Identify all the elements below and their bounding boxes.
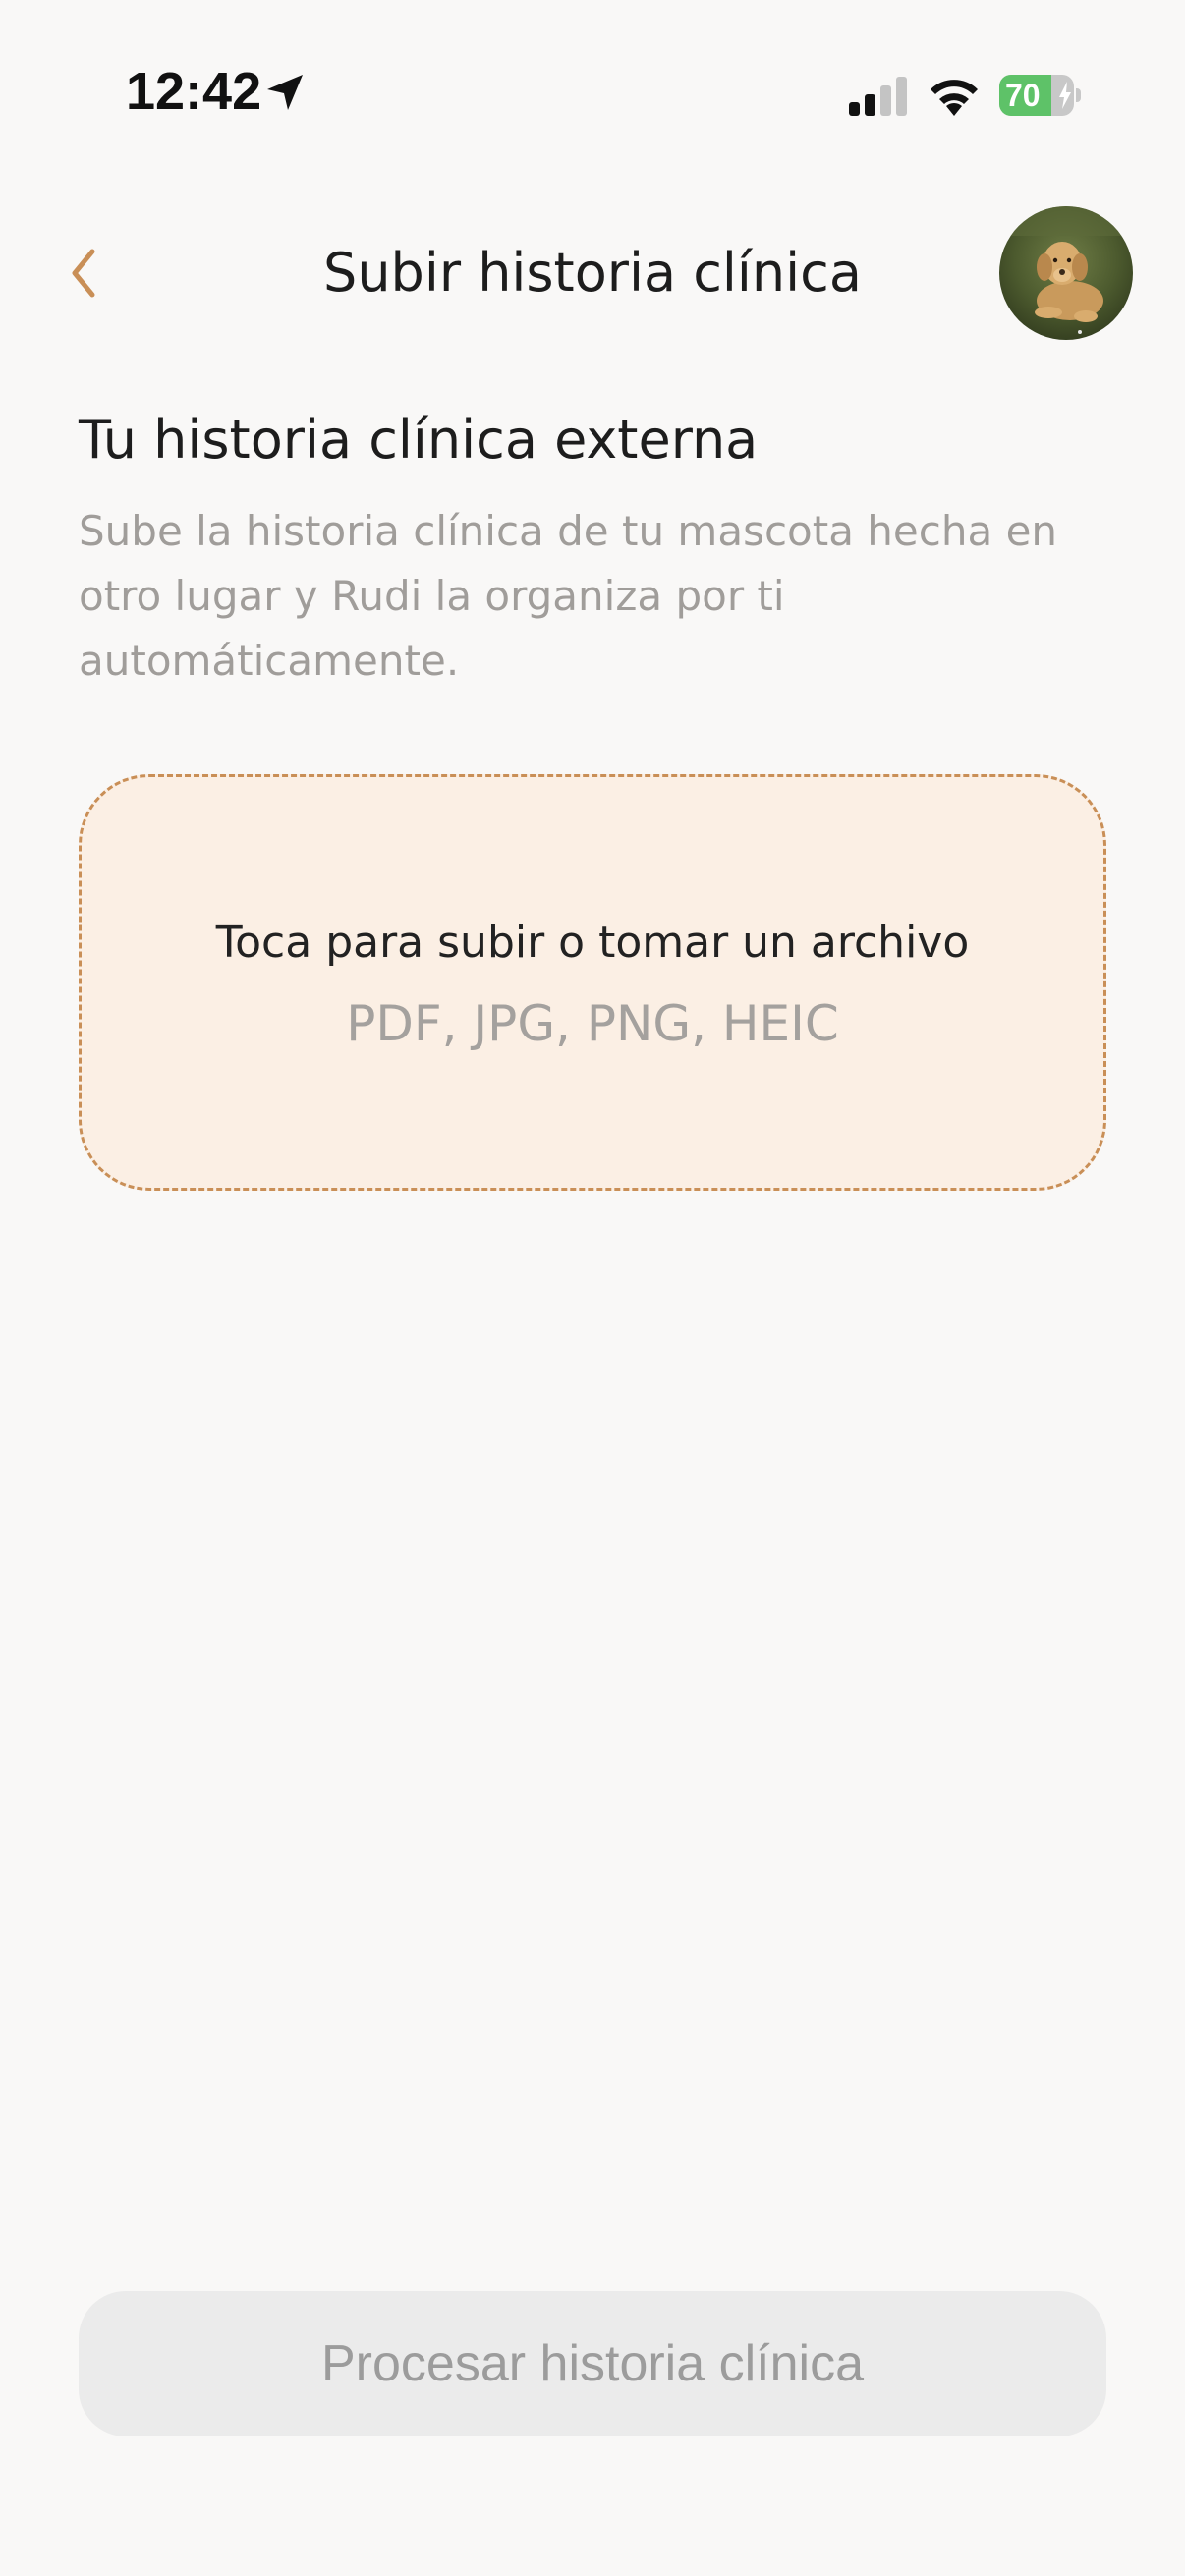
status-bar: 12:42 70 [0, 0, 1185, 187]
section-description: Sube la historia clínica de tu mascota h… [79, 507, 1058, 685]
pet-photo [999, 206, 1133, 340]
pet-avatar[interactable] [999, 206, 1133, 340]
chevron-left-icon [72, 249, 95, 298]
upload-dropzone[interactable]: Toca para subir o tomar un archivo PDF, … [79, 774, 1106, 1191]
upload-label: Toca para subir o tomar un archivo [215, 918, 970, 968]
battery-cap [1076, 88, 1081, 102]
battery-icon: 70 [999, 75, 1081, 116]
signal-bar-1 [849, 102, 860, 116]
section-title: Tu historia clínica externa [79, 409, 759, 471]
process-button[interactable]: Procesar historia clínica [79, 2291, 1106, 2436]
wifi-icon [931, 80, 978, 116]
back-button[interactable] [51, 230, 114, 316]
upload-formats: PDF, JPG, PNG, HEIC [346, 995, 839, 1052]
battery-body: 70 [999, 75, 1074, 116]
location-arrow-icon [267, 75, 303, 110]
page-title: Subir historia clínica [323, 242, 862, 304]
charging-bolt-icon [1059, 82, 1071, 109]
status-time: 12:42 [126, 62, 262, 121]
signal-bar-4 [896, 77, 907, 116]
cellular-signal-icon [849, 77, 907, 116]
signal-bar-2 [865, 94, 875, 116]
battery-percent: 70 [1005, 78, 1041, 113]
signal-bar-3 [880, 85, 891, 116]
